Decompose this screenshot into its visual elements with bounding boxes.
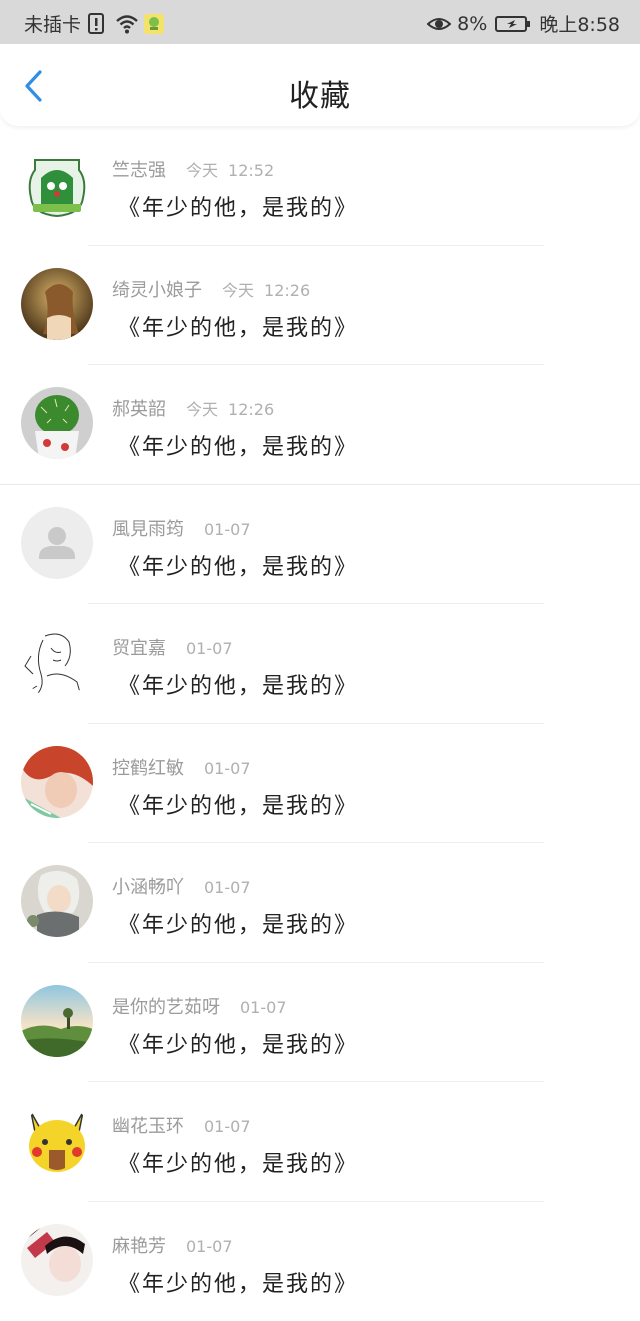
- avatar: [21, 626, 93, 698]
- item-subject: 《年少的他，是我的》: [118, 1266, 358, 1298]
- list-item[interactable]: 控鹤红敏 01-07 《年少的他，是我的》: [0, 724, 640, 844]
- item-meta: 小涵畅吖 01-07: [112, 873, 251, 899]
- item-subject: 《年少的他，是我的》: [118, 310, 358, 342]
- list-item[interactable]: 風見雨筠 01-07 《年少的他，是我的》: [0, 485, 640, 605]
- sender-name: 控鹤红敏: [112, 758, 184, 779]
- item-subject: 《年少的他，是我的》: [118, 1027, 358, 1059]
- item-subject: 《年少的他，是我的》: [118, 668, 358, 700]
- item-time: 01-07: [204, 878, 251, 897]
- item-time: 今天 12:52: [186, 161, 274, 180]
- clock-text: 晚上8:58: [539, 10, 620, 37]
- item-meta: 風見雨筠 01-07: [112, 515, 251, 541]
- item-meta: 郝英韶 今天 12:26: [112, 395, 274, 421]
- page-title: 收藏: [0, 71, 640, 115]
- item-meta: 绮灵小娘子 今天 12:26: [112, 276, 310, 302]
- item-meta: 竺志强 今天 12:52: [112, 156, 274, 182]
- battery-percent: 8%: [457, 13, 487, 35]
- item-meta: 是你的艺茹呀 01-07: [112, 993, 287, 1019]
- list-item[interactable]: 是你的艺茹呀 01-07 《年少的他，是我的》: [0, 963, 640, 1083]
- list-item[interactable]: 绮灵小娘子 今天 12:26 《年少的他，是我的》: [0, 246, 640, 366]
- list-item[interactable]: 贸宜嘉 01-07 《年少的他，是我的》: [0, 604, 640, 724]
- item-clock: 01-07: [186, 639, 233, 658]
- item-day: 今天: [222, 281, 254, 300]
- item-clock: 01-07: [204, 878, 251, 897]
- sender-name: 幽花玉环: [112, 1116, 184, 1137]
- sender-name: 麻艳芳: [112, 1236, 166, 1257]
- favorites-list: 竺志强今天12:52 《年少的他，是我的》 绮灵小娘子今天12:26 《年少的他…: [0, 126, 640, 1321]
- item-time: 01-07: [240, 998, 287, 1017]
- battery-charging-icon: [495, 13, 531, 35]
- item-meta: 麻艳芳 01-07: [112, 1232, 233, 1258]
- nav-header: 收藏: [0, 44, 640, 126]
- item-meta: 幽花玉环 01-07: [112, 1112, 251, 1138]
- item-meta: 控鹤红敏 01-07: [112, 754, 251, 780]
- item-time: 01-07: [204, 520, 251, 539]
- item-clock: 01-07: [240, 998, 287, 1017]
- list-item[interactable]: 幽花玉环 01-07 《年少的他，是我的》: [0, 1082, 640, 1202]
- item-subject: 《年少的他，是我的》: [118, 907, 358, 939]
- sender-name: 風見雨筠: [112, 519, 184, 540]
- avatar: [21, 268, 93, 340]
- wifi-icon: [115, 13, 137, 35]
- item-time: 01-07: [204, 759, 251, 778]
- item-time: 01-07: [186, 639, 233, 658]
- item-time: 今天 12:26: [186, 400, 274, 419]
- list-item[interactable]: 麻艳芳 01-07 《年少的他，是我的》: [0, 1202, 640, 1321]
- item-clock: 12:26: [264, 281, 310, 300]
- item-subject: 《年少的他，是我的》: [118, 190, 358, 222]
- item-time: 01-07: [186, 1237, 233, 1256]
- avatar: [21, 746, 93, 818]
- item-time: 01-07: [204, 1117, 251, 1136]
- item-clock: 01-07: [186, 1237, 233, 1256]
- avatar: [21, 985, 93, 1057]
- item-day: 今天: [186, 400, 218, 419]
- item-meta: 贸宜嘉 01-07: [112, 634, 233, 660]
- sender-name: 郝英韶: [112, 399, 166, 420]
- avatar: [21, 387, 93, 459]
- app-notification-icon: [143, 13, 165, 35]
- avatar: [21, 1104, 93, 1176]
- avatar: [21, 1224, 93, 1296]
- sender-name: 绮灵小娘子: [112, 280, 202, 301]
- avatar: [21, 865, 93, 937]
- item-day: 今天: [186, 161, 218, 180]
- list-item[interactable]: 小涵畅吖 01-07 《年少的他，是我的》: [0, 843, 640, 963]
- item-clock: 01-07: [204, 1117, 251, 1136]
- item-subject: 《年少的他，是我的》: [118, 788, 358, 820]
- item-clock: 01-07: [204, 759, 251, 778]
- status-left: 未插卡: [24, 10, 165, 37]
- item-subject: 《年少的他，是我的》: [118, 549, 358, 581]
- item-subject: 《年少的他，是我的》: [118, 1146, 358, 1178]
- sender-name: 竺志强: [112, 160, 166, 181]
- status-right: 8% 晚上8:58: [427, 10, 620, 37]
- item-clock: 01-07: [204, 520, 251, 539]
- status-bar: 未插卡 8% 晚上8:58: [0, 0, 640, 44]
- sender-name: 是你的艺茹呀: [112, 997, 220, 1018]
- sim-alert-icon: [87, 13, 109, 35]
- carrier-text: 未插卡: [24, 10, 81, 37]
- item-clock: 12:26: [228, 400, 274, 419]
- sender-name: 小涵畅吖: [112, 877, 184, 898]
- eye-care-icon: [427, 13, 449, 35]
- list-item[interactable]: 郝英韶 今天 12:26 《年少的他，是我的》: [0, 365, 640, 485]
- item-subject: 《年少的他，是我的》: [118, 429, 358, 461]
- avatar: [21, 148, 93, 220]
- item-time: 今天 12:26: [222, 281, 310, 300]
- list-item[interactable]: 竺志强 今天 12:52 《年少的他，是我的》: [0, 126, 640, 246]
- sender-name: 贸宜嘉: [112, 638, 166, 659]
- avatar: [21, 507, 93, 579]
- item-clock: 12:52: [228, 161, 274, 180]
